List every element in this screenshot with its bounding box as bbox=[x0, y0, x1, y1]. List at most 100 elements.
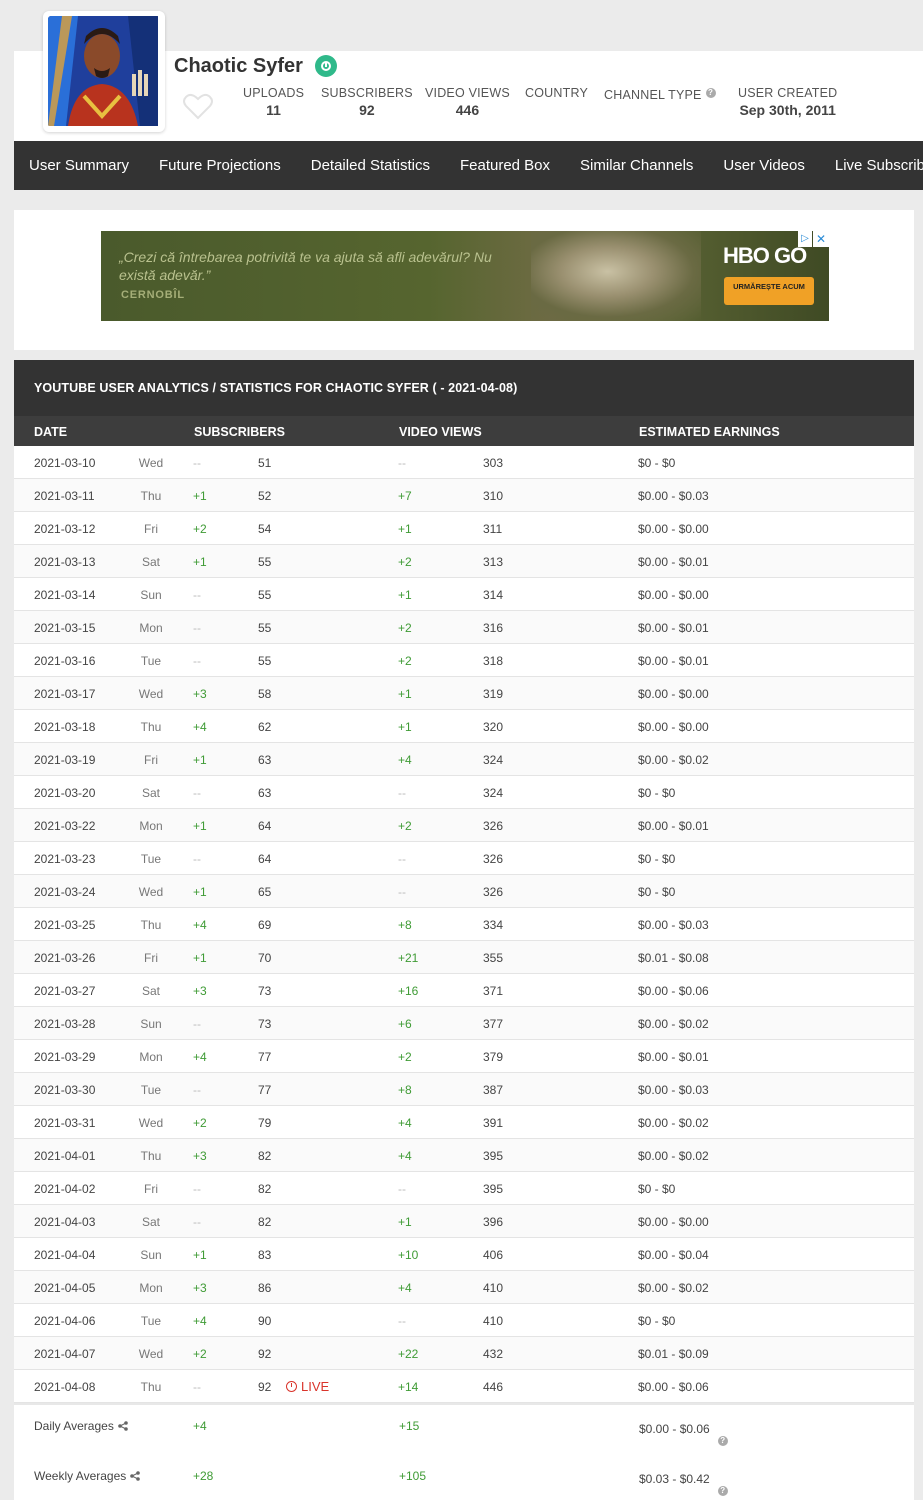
stat-video-views: VIDEO VIEWS 446 bbox=[425, 86, 510, 118]
row-earnings: $0.00 - $0.00 bbox=[638, 687, 709, 701]
nav-user-summary[interactable]: User Summary bbox=[14, 141, 144, 190]
ad-cta-button[interactable]: URMĂREȘTE ACUM bbox=[724, 277, 814, 305]
row-view-change: +10 bbox=[398, 1248, 419, 1262]
row-views: 324 bbox=[483, 786, 504, 800]
help-icon[interactable]: ? bbox=[717, 1436, 728, 1446]
nav-featured-box[interactable]: Featured Box bbox=[445, 141, 565, 190]
row-date: 2021-03-20 bbox=[34, 786, 96, 800]
stat-country: COUNTRY bbox=[525, 86, 588, 102]
row-subscriber-change: +1 bbox=[193, 753, 207, 767]
row-earnings: $0.00 - $0.02 bbox=[638, 1017, 709, 1031]
row-view-change: +2 bbox=[398, 654, 412, 668]
row-date: 2021-03-28 bbox=[34, 1017, 96, 1031]
averages-subscribers: +4 bbox=[193, 1419, 207, 1433]
row-earnings: $0.00 - $0.02 bbox=[638, 1281, 709, 1295]
row-earnings: $0.00 - $0.03 bbox=[638, 489, 709, 503]
row-day: Sat bbox=[141, 555, 160, 569]
stat-label: COUNTRY bbox=[525, 86, 588, 100]
nav-future-projections[interactable]: Future Projections bbox=[144, 141, 296, 190]
averages-label: Weekly Averages bbox=[34, 1469, 127, 1483]
row-subscribers: 82 bbox=[258, 1215, 272, 1229]
averages-section: Daily Averages +4 +15 $0.00 - $0.06? Weekly … bbox=[14, 1403, 914, 1500]
row-views: 319 bbox=[483, 687, 504, 701]
row-views: 313 bbox=[483, 555, 504, 569]
row-views: 379 bbox=[483, 1050, 504, 1064]
nav-detailed-statistics[interactable]: Detailed Statistics bbox=[296, 141, 445, 190]
row-date: 2021-03-30 bbox=[34, 1083, 96, 1097]
row-date: 2021-03-31 bbox=[34, 1116, 96, 1130]
row-day: Thu bbox=[140, 1380, 162, 1394]
help-icon[interactable]: ? bbox=[705, 88, 716, 98]
row-subscribers: 86 bbox=[258, 1281, 272, 1295]
row-date: 2021-04-05 bbox=[34, 1281, 96, 1295]
row-day: Sun bbox=[140, 588, 162, 602]
row-earnings: $0.00 - $0.03 bbox=[638, 1083, 709, 1097]
row-day: Mon bbox=[139, 621, 163, 635]
ad-close-icon[interactable]: ✕ bbox=[813, 231, 829, 247]
row-views: 355 bbox=[483, 951, 504, 965]
channel-name: Chaotic Syfer bbox=[174, 55, 303, 77]
row-view-change: +2 bbox=[398, 621, 412, 635]
stat-value: 446 bbox=[455, 102, 480, 118]
row-date: 2021-03-16 bbox=[34, 654, 96, 668]
row-subscribers: 63 bbox=[258, 753, 272, 767]
row-date: 2021-03-15 bbox=[34, 621, 96, 635]
row-views: 406 bbox=[483, 1248, 504, 1262]
row-subscriber-change: +1 bbox=[193, 555, 207, 569]
row-day: Sun bbox=[140, 1017, 162, 1031]
row-date: 2021-04-01 bbox=[34, 1149, 96, 1163]
table-row: 2021-03-16 Tue -- 55 +2 318 $0.00 - $0.01 bbox=[14, 644, 914, 677]
row-day: Wed bbox=[138, 456, 164, 470]
table-row: 2021-03-17 Wed +3 58 +1 319 $0.00 - $0.00 bbox=[14, 677, 914, 710]
help-icon[interactable]: ? bbox=[717, 1486, 728, 1496]
ad-banner[interactable]: „Crezi că întrebarea potrivită te va aju… bbox=[101, 231, 829, 321]
row-day: Sat bbox=[141, 1215, 160, 1229]
verified-badge-icon bbox=[315, 55, 337, 77]
nav-user-videos[interactable]: User Videos bbox=[708, 141, 819, 190]
row-view-change: +1 bbox=[398, 522, 412, 536]
ad-choices-icon[interactable]: ▷ bbox=[798, 231, 812, 247]
row-subscribers: 55 bbox=[258, 654, 272, 668]
live-indicator[interactable]: LIVE bbox=[286, 1379, 329, 1394]
row-subscriber-change: -- bbox=[193, 654, 201, 668]
nav-live-subscriber-count[interactable]: Live Subscriber C bbox=[820, 141, 923, 190]
row-subscribers: 90 bbox=[258, 1314, 272, 1328]
favorite-heart-icon[interactable] bbox=[183, 92, 213, 125]
stat-label: VIDEO VIEWS bbox=[425, 86, 510, 100]
row-subscriber-change: +4 bbox=[193, 918, 207, 932]
row-subscribers: 55 bbox=[258, 588, 272, 602]
table-title: YOUTUBE USER ANALYTICS / STATISTICS FOR … bbox=[14, 360, 914, 416]
table-row: 2021-03-31 Wed +2 79 +4 391 $0.00 - $0.02 bbox=[14, 1106, 914, 1139]
row-subscriber-change: +1 bbox=[193, 951, 207, 965]
table-row: 2021-04-03 Sat -- 82 +1 396 $0.00 - $0.00 bbox=[14, 1205, 914, 1238]
table-body: 2021-03-10 Wed -- 51 -- 303 $0 - $0 2021-03-11 T… bbox=[14, 446, 914, 1403]
row-day: Tue bbox=[140, 1314, 162, 1328]
share-icon[interactable] bbox=[118, 1420, 128, 1431]
row-date: 2021-03-25 bbox=[34, 918, 96, 932]
row-day: Fri bbox=[144, 951, 158, 965]
ad-container: „Crezi că întrebarea potrivită te va aju… bbox=[14, 210, 914, 350]
row-subscribers: 64 bbox=[258, 819, 272, 833]
row-subscriber-change: +2 bbox=[193, 1347, 207, 1361]
row-views: 395 bbox=[483, 1182, 504, 1196]
row-earnings: $0.00 - $0.01 bbox=[638, 555, 709, 569]
row-view-change: +2 bbox=[398, 819, 412, 833]
row-views: 446 bbox=[483, 1380, 504, 1394]
row-day: Fri bbox=[144, 522, 158, 536]
row-earnings: $0.00 - $0.00 bbox=[638, 1215, 709, 1229]
row-view-change: -- bbox=[398, 1314, 406, 1328]
row-subscriber-change: +4 bbox=[193, 1050, 207, 1064]
nav-similar-channels[interactable]: Similar Channels bbox=[565, 141, 708, 190]
row-views: 303 bbox=[483, 456, 504, 470]
row-views: 314 bbox=[483, 588, 504, 602]
row-view-change: +2 bbox=[398, 1050, 412, 1064]
stat-label: CHANNEL TYPE bbox=[604, 88, 702, 102]
ad-show-title: CERNOBÎL bbox=[121, 289, 185, 301]
row-subscribers: 64 bbox=[258, 852, 272, 866]
row-subscribers: 70 bbox=[258, 951, 272, 965]
row-subscribers: 55 bbox=[258, 621, 272, 635]
channel-avatar[interactable] bbox=[43, 11, 165, 132]
row-subscriber-change: +1 bbox=[193, 489, 207, 503]
share-icon[interactable] bbox=[130, 1470, 141, 1481]
row-subscribers: 65 bbox=[258, 885, 272, 899]
